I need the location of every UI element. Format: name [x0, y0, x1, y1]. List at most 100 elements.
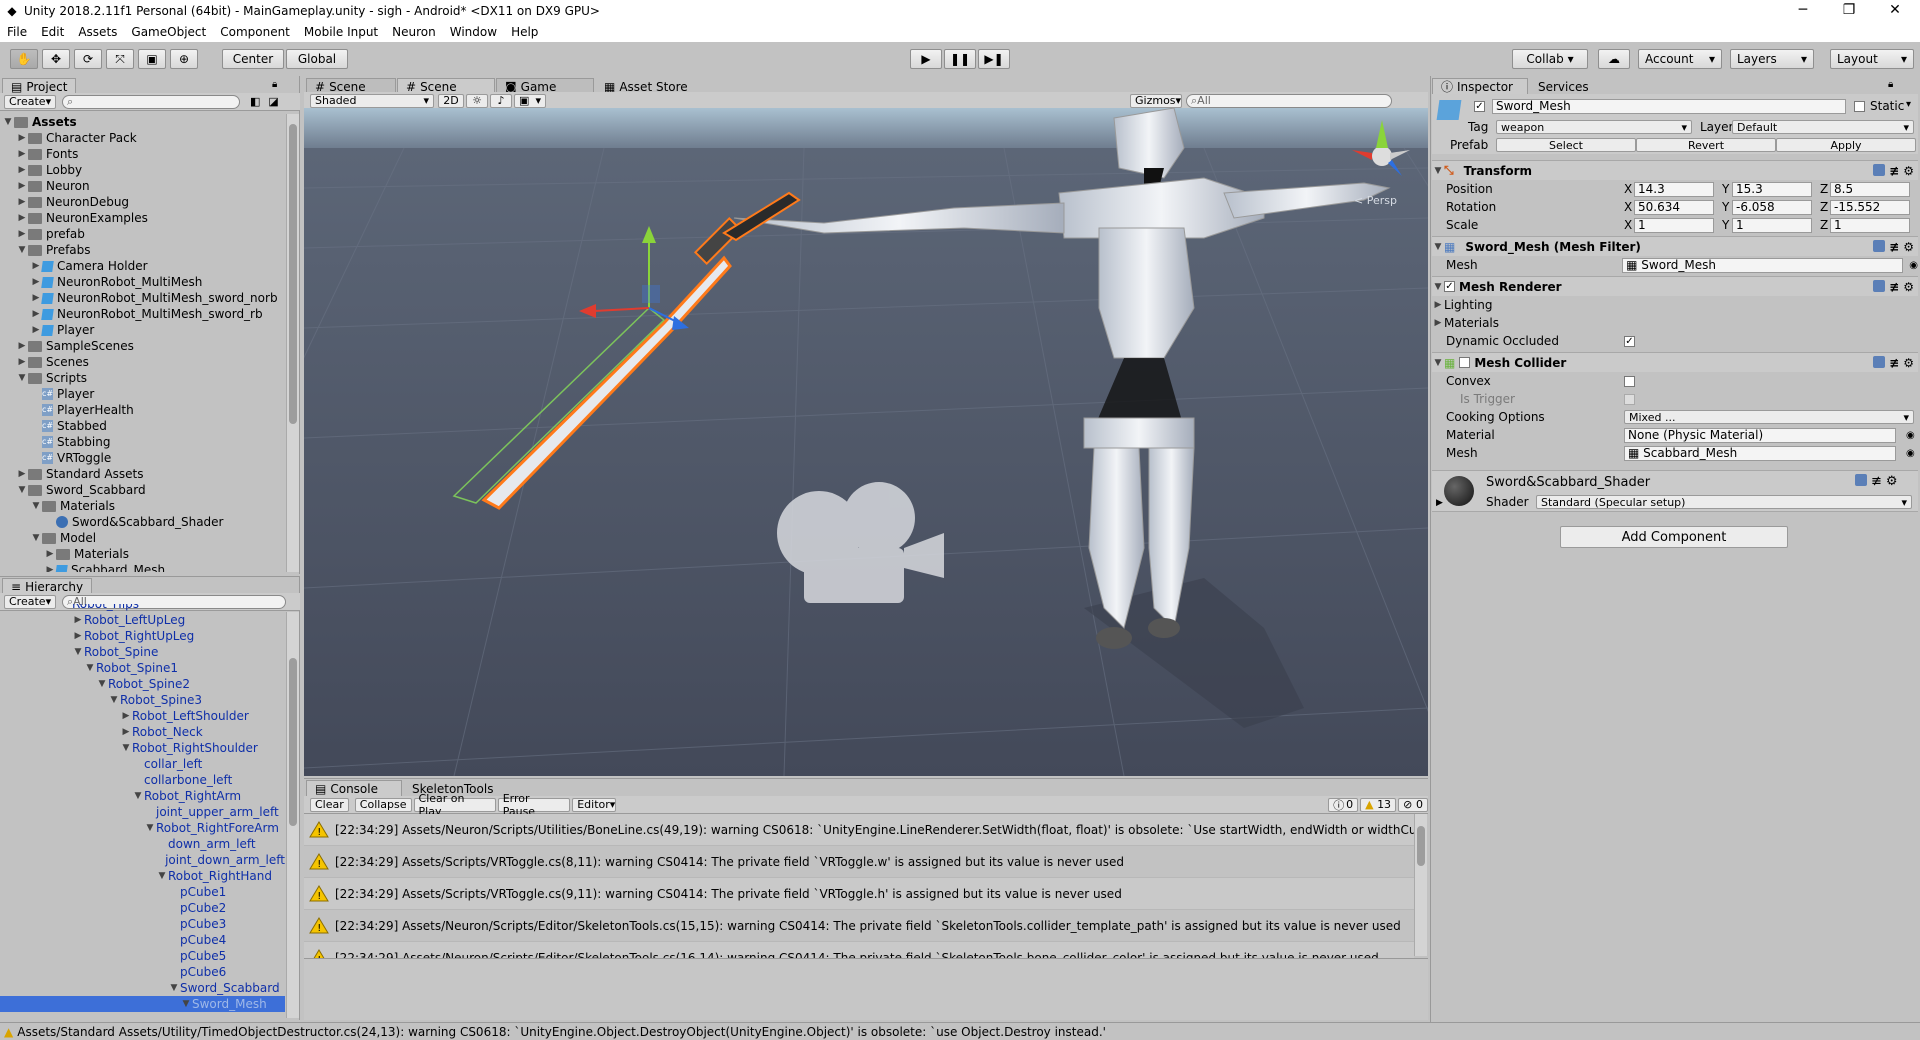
- prefab-select-button[interactable]: Select: [1496, 138, 1636, 152]
- project-tree-item[interactable]: ▶ Fonts: [0, 146, 285, 162]
- mesh-filter-header[interactable]: ▼ ▦ Sword_Mesh (Mesh Filter) ≢ ⚙: [1432, 236, 1918, 256]
- collapsed-arrow-icon[interactable]: ▶: [16, 466, 28, 482]
- project-tree-item[interactable]: ▶ Neuron: [0, 178, 285, 194]
- project-tree-item[interactable]: c# Player: [0, 386, 285, 402]
- account-dropdown[interactable]: Account ▾: [1638, 49, 1722, 69]
- expanded-arrow-icon[interactable]: ▼: [180, 996, 192, 1012]
- scale-y-field[interactable]: 1: [1732, 217, 1812, 233]
- project-create-dropdown[interactable]: Create ▾: [4, 94, 56, 109]
- preset-icon[interactable]: ≢: [1889, 240, 1899, 254]
- collapsed-arrow-icon[interactable]: ▶: [16, 226, 28, 242]
- console-log-entry[interactable]: ! [22:34:29] Assets/Neuron/Scripts/Editor…: [304, 942, 1414, 958]
- collab-button[interactable]: Collab ▾: [1512, 49, 1588, 69]
- rect-tool-icon[interactable]: ▣: [138, 49, 166, 69]
- hierarchy-item[interactable]: ▼ Robot_RightForeArm: [0, 820, 285, 836]
- expanded-arrow-icon[interactable]: ▼: [84, 660, 96, 676]
- scale-z-axis-label[interactable]: Z: [1820, 218, 1830, 232]
- hierarchy-scrollbar[interactable]: [286, 612, 299, 1018]
- preset-icon[interactable]: ≢: [1889, 164, 1899, 178]
- layer-dropdown[interactable]: Default ▾: [1732, 120, 1914, 134]
- expanded-arrow-icon[interactable]: ▼: [2, 114, 14, 130]
- project-tree-item[interactable]: ▶ NeuronRobot_MultiMesh_sword_norb: [0, 290, 285, 306]
- console-scrollbar[interactable]: [1414, 814, 1427, 956]
- menu-assets[interactable]: Assets: [71, 25, 124, 39]
- help-icon[interactable]: [1873, 355, 1886, 368]
- expanded-arrow-icon[interactable]: ▼: [16, 482, 28, 498]
- project-tree-item[interactable]: ▼ Sword_Scabbard: [0, 482, 285, 498]
- mesh-collider-header[interactable]: ▼ ▦ Mesh Collider ≢ ⚙: [1432, 352, 1918, 372]
- help-icon[interactable]: [1873, 239, 1886, 252]
- rotation-y-axis-label[interactable]: Y: [1722, 200, 1732, 214]
- scale-x-field[interactable]: 1: [1634, 217, 1714, 233]
- perspective-label[interactable]: < Persp: [1354, 194, 1397, 207]
- project-tree-item[interactable]: ▶ Scenes: [0, 354, 285, 370]
- hierarchy-item[interactable]: collar_left: [0, 756, 285, 772]
- pivot-global-button[interactable]: Global: [286, 49, 348, 69]
- console-log-entry[interactable]: ! [22:34:29] Assets/Neuron/Scripts/Utilit…: [304, 814, 1414, 846]
- collapsed-arrow-icon[interactable]: ▶: [44, 546, 56, 562]
- hierarchy-item[interactable]: ▼ Sword_Scabbard: [0, 980, 285, 996]
- hierarchy-item[interactable]: pCube1: [0, 884, 285, 900]
- expanded-arrow-icon[interactable]: ▼: [16, 242, 28, 258]
- convex-checkbox[interactable]: [1624, 375, 1635, 387]
- hierarchy-item[interactable]: collarbone_left: [0, 772, 285, 788]
- console-clear-on-play-button[interactable]: Clear on Play: [413, 792, 496, 818]
- gear-icon[interactable]: ⚙: [1903, 164, 1914, 178]
- project-tree-item[interactable]: ▶ Lobby: [0, 162, 285, 178]
- scale-label[interactable]: Scale: [1446, 218, 1624, 232]
- project-scrollbar[interactable]: [286, 114, 299, 572]
- collapsed-arrow-icon[interactable]: ▶: [16, 194, 28, 210]
- console-log-entry[interactable]: ! [22:34:29] Assets/Scripts/VRToggle.cs(9…: [304, 878, 1414, 910]
- hand-tool-icon[interactable]: ✋: [10, 49, 38, 69]
- rotation-z-axis-label[interactable]: Z: [1820, 200, 1830, 214]
- console-detail-area[interactable]: [304, 958, 1428, 1020]
- preset-icon[interactable]: ≢: [1889, 356, 1899, 370]
- object-picker-icon[interactable]: ◉: [1909, 260, 1918, 271]
- layout-dropdown[interactable]: Layout ▾: [1830, 49, 1914, 69]
- effects-dropdown[interactable]: ▣ ▾: [514, 93, 546, 108]
- rotate-tool-icon[interactable]: ⟳: [74, 49, 102, 69]
- menu-file[interactable]: File: [0, 25, 34, 39]
- help-icon[interactable]: [1855, 474, 1867, 486]
- expanded-arrow-icon[interactable]: ▼: [120, 740, 132, 756]
- hierarchy-item[interactable]: Robot_Hips: [0, 604, 285, 612]
- hierarchy-item[interactable]: ▼ Robot_Spine2: [0, 676, 285, 692]
- rotation-x-field[interactable]: 50.634: [1634, 199, 1714, 215]
- project-tree-item[interactable]: ▶ prefab: [0, 226, 285, 242]
- hierarchy-item[interactable]: ▼ Robot_RightHand: [0, 868, 285, 884]
- gizmos-dropdown[interactable]: Gizmos ▾: [1130, 93, 1182, 108]
- collapsed-arrow-icon[interactable]: ▶: [16, 162, 28, 178]
- project-tree-item[interactable]: Sword&Scabbard_Shader: [0, 514, 285, 530]
- mesh-collider-enabled-checkbox[interactable]: [1459, 357, 1471, 368]
- dynamic-occluded-checkbox[interactable]: ✓: [1624, 335, 1635, 347]
- project-tree-item[interactable]: ▶ SampleScenes: [0, 338, 285, 354]
- hierarchy-item[interactable]: ▼ Robot_RightArm: [0, 788, 285, 804]
- cloud-icon[interactable]: ☁: [1598, 49, 1630, 69]
- gear-icon[interactable]: ⚙: [1886, 474, 1898, 489]
- collapsed-arrow-icon[interactable]: ▶: [72, 612, 84, 628]
- tab-project[interactable]: ▤ Project: [2, 78, 77, 94]
- object-picker-icon[interactable]: ◉: [1906, 430, 1915, 441]
- position-x-axis-label[interactable]: X: [1624, 182, 1634, 196]
- layers-dropdown[interactable]: Layers ▾: [1730, 49, 1814, 69]
- rotation-y-field[interactable]: -6.058: [1732, 199, 1812, 215]
- tab-inspector[interactable]: ⓘ Inspector: [1432, 78, 1528, 94]
- console-error-pause-button[interactable]: Error Pause: [497, 792, 571, 818]
- expanded-arrow-icon[interactable]: ▼: [132, 788, 144, 804]
- console-log-entry[interactable]: ! [22:34:29] Assets/Neuron/Scripts/Editor…: [304, 910, 1414, 942]
- shader-dropdown[interactable]: Standard (Specular setup) ▾: [1536, 495, 1912, 509]
- warning-count-toggle[interactable]: ▲ 13: [1360, 797, 1397, 812]
- project-tree-item[interactable]: c# PlayerHealth: [0, 402, 285, 418]
- collapsed-arrow-icon[interactable]: ▶: [16, 338, 28, 354]
- project-tree-item[interactable]: ▼ Prefabs: [0, 242, 285, 258]
- lighting-foldout[interactable]: ▶ Lighting: [1432, 296, 1918, 314]
- hierarchy-item[interactable]: joint_down_arm_left: [0, 852, 285, 868]
- expanded-arrow-icon[interactable]: ▼: [72, 644, 84, 660]
- collider-material-field[interactable]: None (Physic Material): [1624, 427, 1896, 443]
- collider-mesh-field[interactable]: ▦ Scabbard_Mesh: [1624, 445, 1896, 461]
- hierarchy-item[interactable]: ▶ Robot_Neck: [0, 724, 285, 740]
- expand-arrow-icon[interactable]: ▶: [1436, 498, 1443, 508]
- expanded-arrow-icon[interactable]: ▼: [16, 370, 28, 386]
- project-tree-item[interactable]: ▶ NeuronDebug: [0, 194, 285, 210]
- collapsed-arrow-icon[interactable]: ▶: [16, 178, 28, 194]
